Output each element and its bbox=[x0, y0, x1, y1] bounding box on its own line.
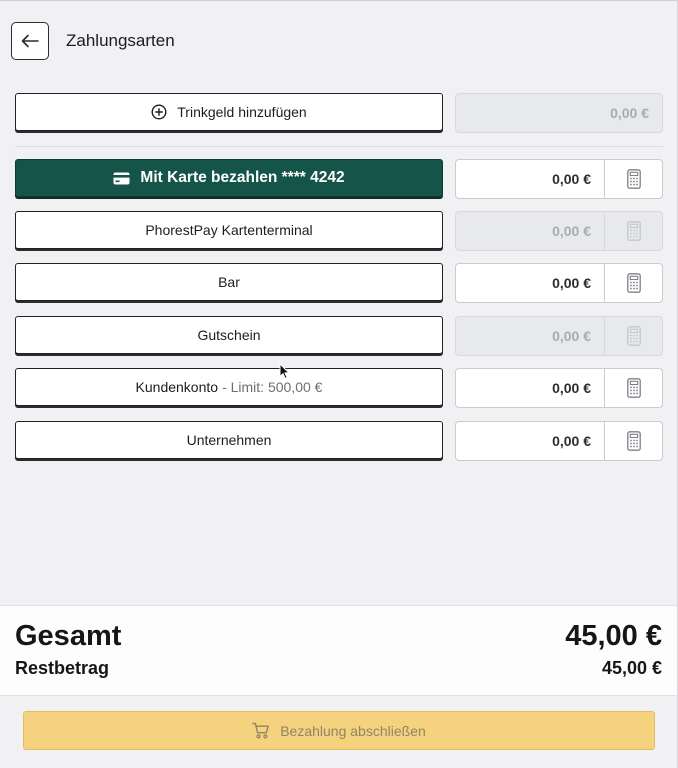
calculator-icon bbox=[626, 169, 641, 189]
phorestpay-terminal-button[interactable]: PhorestPay Kartenterminal bbox=[15, 211, 443, 249]
customer-account-label: Kundenkonto bbox=[135, 379, 219, 395]
add-tip-button[interactable]: Trinkgeld hinzufügen bbox=[15, 93, 443, 131]
pay-by-card-button[interactable]: Mit Karte bezahlen **** 4242 bbox=[15, 159, 443, 197]
calculator-icon bbox=[626, 273, 641, 293]
total-value: 45,00 € bbox=[565, 620, 662, 652]
company-amount-field[interactable]: 0,00 € bbox=[455, 421, 605, 461]
remaining-label: Restbetrag bbox=[15, 658, 110, 678]
calculator-icon bbox=[626, 326, 641, 346]
add-tip-label: Trinkgeld hinzufügen bbox=[177, 104, 307, 120]
pay-by-card-label: Mit Karte bezahlen **** 4242 bbox=[140, 169, 345, 186]
voucher-amount-field: 0,00 € bbox=[455, 316, 605, 356]
arrow-left-icon bbox=[21, 34, 39, 48]
calculator-icon bbox=[626, 431, 641, 451]
customer-account-calculator-button[interactable] bbox=[604, 368, 663, 408]
back-button[interactable] bbox=[11, 22, 49, 60]
top-border bbox=[0, 0, 678, 1]
phorestpay-amount-field: 0,00 € bbox=[455, 211, 605, 251]
finish-payment-button[interactable]: Bezahlung abschließen bbox=[23, 711, 655, 750]
cash-label: Bar bbox=[218, 274, 240, 290]
cash-button[interactable]: Bar bbox=[15, 263, 443, 301]
cash-calculator-button[interactable] bbox=[604, 263, 663, 303]
customer-account-button[interactable]: Kundenkonto - Limit: 500,00 € bbox=[15, 368, 443, 406]
tip-amount-field: 0,00 € bbox=[455, 93, 663, 133]
company-label: Unternehmen bbox=[186, 432, 272, 448]
payment-summary: Gesamt 45,00 € Restbetrag 45,00 € bbox=[0, 605, 677, 696]
cash-amount-field[interactable]: 0,00 € bbox=[455, 263, 605, 303]
card-calculator-button[interactable] bbox=[604, 159, 663, 199]
header: Zahlungsarten bbox=[11, 21, 175, 61]
remaining-value: 45,00 € bbox=[601, 658, 662, 678]
credit-card-icon bbox=[113, 172, 130, 185]
calculator-icon bbox=[626, 378, 641, 398]
customer-account-amount-field[interactable]: 0,00 € bbox=[455, 368, 605, 408]
calculator-icon bbox=[626, 221, 641, 241]
finish-payment-label: Bezahlung abschließen bbox=[280, 722, 426, 739]
divider bbox=[15, 146, 663, 147]
voucher-button[interactable]: Gutschein bbox=[15, 316, 443, 354]
voucher-calculator-button bbox=[604, 316, 663, 356]
voucher-label: Gutschein bbox=[197, 327, 261, 343]
company-calculator-button[interactable] bbox=[604, 421, 663, 461]
phorestpay-calculator-button bbox=[604, 211, 663, 251]
mouse-cursor-icon bbox=[279, 363, 291, 380]
card-amount-field[interactable]: 0,00 € bbox=[455, 159, 605, 199]
customer-account-limit: - Limit: 500,00 € bbox=[222, 379, 323, 395]
phorestpay-terminal-label: PhorestPay Kartenterminal bbox=[145, 222, 313, 238]
company-button[interactable]: Unternehmen bbox=[15, 421, 443, 459]
page-title: Zahlungsarten bbox=[66, 31, 175, 50]
cart-icon bbox=[252, 722, 270, 739]
plus-circle-icon bbox=[151, 104, 167, 120]
total-label: Gesamt bbox=[15, 620, 122, 652]
